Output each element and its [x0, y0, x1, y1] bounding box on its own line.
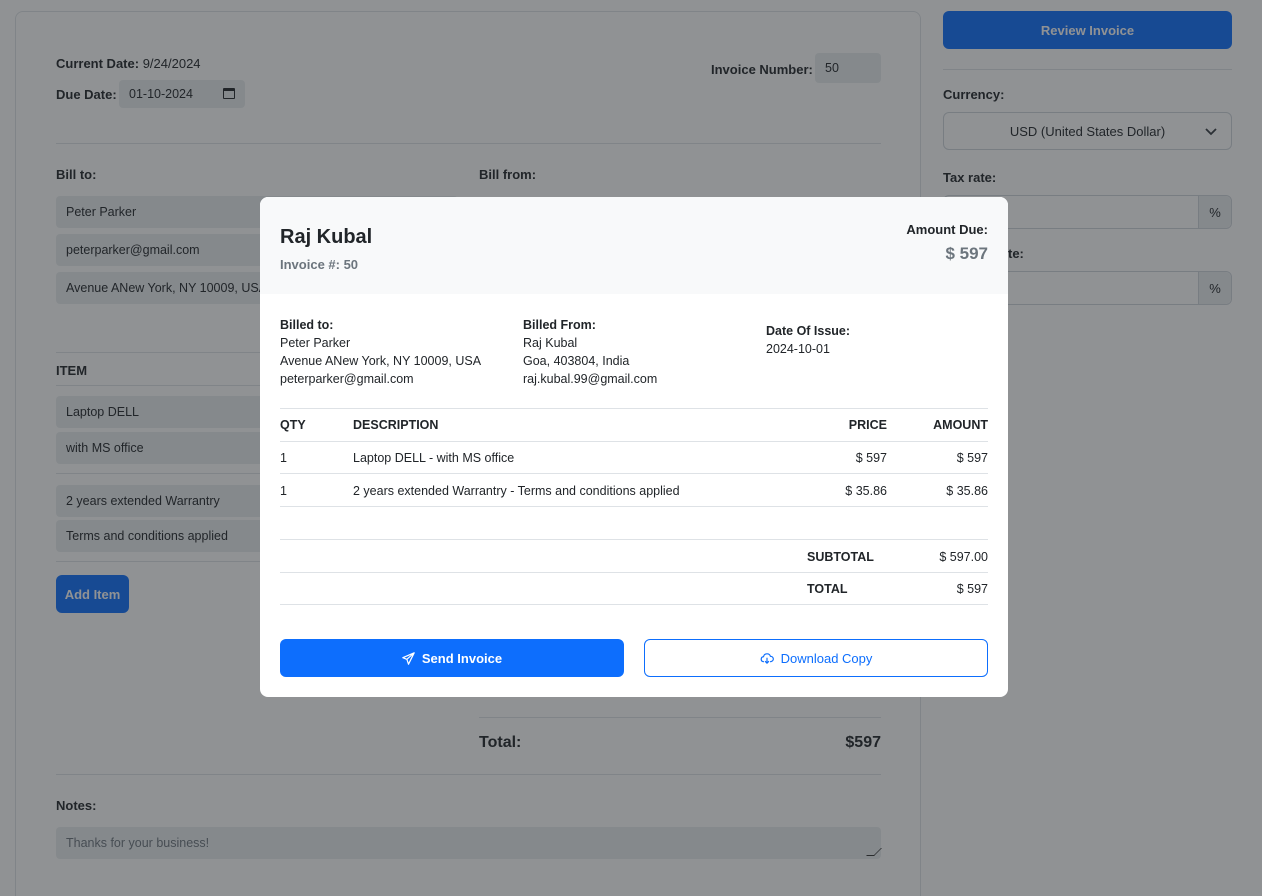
billed-to-name: Peter Parker — [280, 336, 351, 350]
cloud-download-icon — [760, 652, 774, 664]
th-qty: QTY — [280, 418, 306, 432]
billed-to-label: Billed to: — [280, 318, 334, 332]
row-price: $ 597 — [855, 451, 887, 465]
th-description: DESCRIPTION — [353, 418, 439, 432]
billed-to-address: Avenue ANew York, NY 10009, USA — [280, 354, 482, 368]
billed-from-email: raj.kubal.99@gmail.com — [523, 372, 658, 386]
row-amount: $ 597 — [956, 451, 988, 465]
download-copy-label: Download Copy — [780, 650, 873, 666]
subtotal-label: SUBTOTAL — [807, 550, 874, 564]
table-divider — [280, 604, 988, 605]
table-divider — [280, 441, 988, 442]
row-qty: 1 — [280, 451, 287, 465]
row-amount: $ 35.86 — [946, 484, 988, 498]
modal-total-label: TOTAL — [807, 582, 848, 596]
billed-from-address: Goa, 403804, India — [523, 354, 630, 368]
modal-header: Raj Kubal Invoice #: 50 Amount Due: $ 59… — [260, 197, 1008, 294]
table-divider — [280, 408, 988, 409]
modal-total-value: $ 597 — [956, 582, 988, 596]
send-invoice-button[interactable]: Send Invoice — [280, 639, 624, 677]
invoice-number: Invoice #: 50 — [280, 257, 359, 272]
issue-date-label: Date Of Issue: — [766, 324, 851, 338]
send-icon — [402, 651, 415, 665]
billed-from-label: Billed From: — [523, 318, 596, 332]
issue-date-block: Date Of Issue: 2024-10-01 — [766, 322, 850, 358]
row-description: Laptop DELL - with MS office — [353, 451, 515, 465]
amount-due-value: $ 597 — [945, 244, 988, 263]
row-description: 2 years extended Warrantry - Terms and c… — [353, 484, 680, 498]
table-divider — [280, 539, 988, 540]
table-divider — [280, 473, 988, 474]
invoice-from-name: Raj Kubal — [280, 226, 373, 248]
issue-date-value: 2024-10-01 — [766, 342, 830, 356]
send-invoice-label: Send Invoice — [421, 650, 503, 666]
billed-from-name: Raj Kubal — [523, 336, 578, 350]
th-amount: AMOUNT — [933, 418, 988, 432]
amount-due-label: Amount Due: — [906, 222, 988, 237]
table-divider — [280, 506, 988, 507]
th-price: PRICE — [848, 418, 887, 432]
row-price: $ 35.86 — [845, 484, 887, 498]
billed-from-block: Billed From: Raj Kubal Goa, 403804, Indi… — [523, 316, 657, 388]
billed-to-email: peterparker@gmail.com — [280, 372, 414, 386]
table-divider — [280, 572, 988, 573]
row-qty: 1 — [280, 484, 287, 498]
subtotal-value: $ 597.00 — [939, 550, 988, 564]
download-copy-button[interactable]: Download Copy — [644, 639, 988, 677]
invoice-preview-modal: Raj Kubal Invoice #: 50 Amount Due: $ 59… — [260, 197, 1008, 697]
billed-to-block: Billed to: Peter Parker Avenue ANew York… — [280, 316, 481, 388]
